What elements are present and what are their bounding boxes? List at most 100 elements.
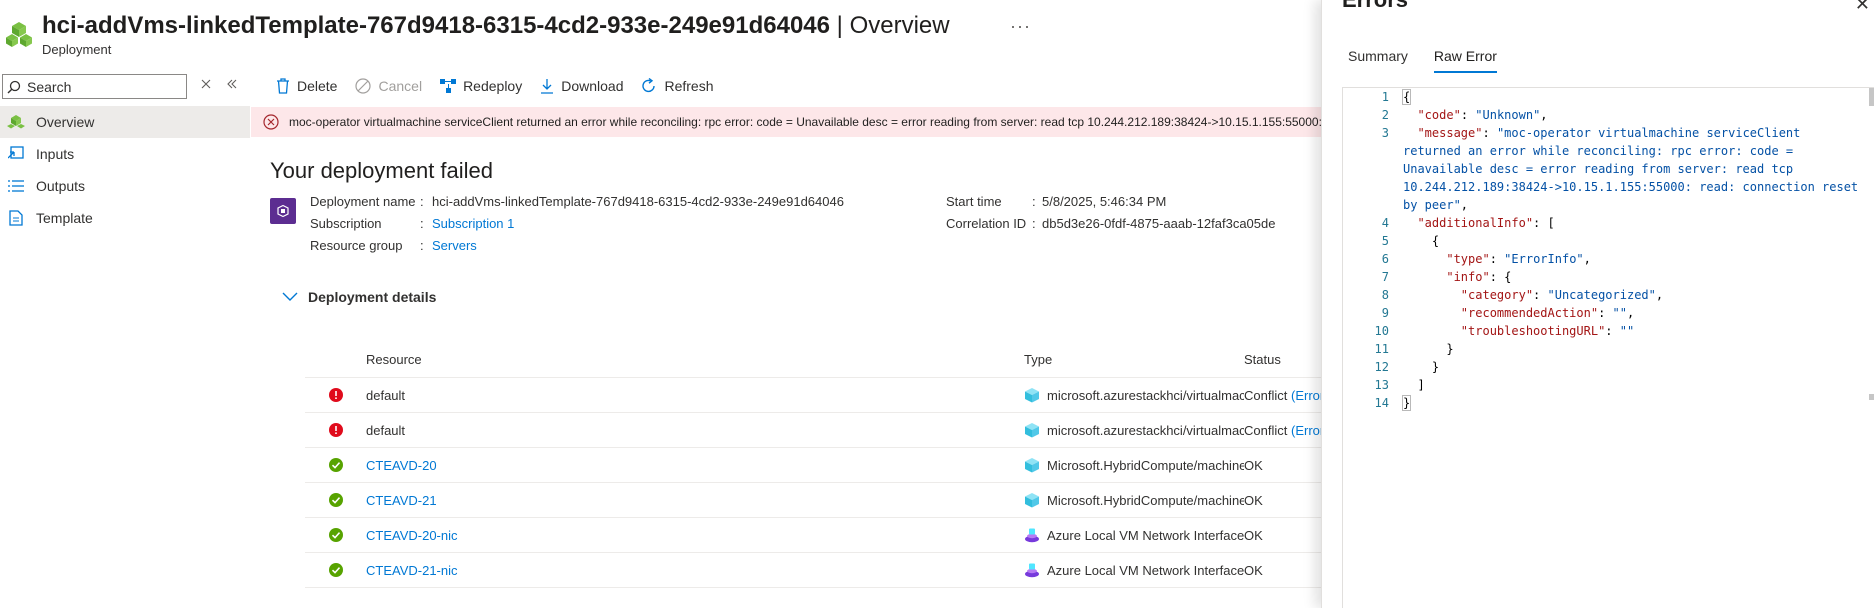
resource-type: Azure Local VM Network Interface — [1024, 527, 1244, 543]
error-icon — [328, 388, 343, 402]
resource-status: Conflict (Error details) — [1244, 388, 1321, 403]
resource-type-label: microsoft.azurestackhci/virtualmachines — [1047, 387, 1244, 403]
sidebar-item-inputs[interactable]: Inputs — [0, 138, 250, 170]
resource-type-label: Microsoft.HybridCompute/machines — [1047, 492, 1244, 508]
status-text: Conflict — [1244, 422, 1288, 438]
redeploy-button[interactable]: Redeploy — [440, 78, 522, 94]
table-row[interactable]: CTEAVD-20 Microsoft.HybridCompute/machine… — [305, 448, 1321, 483]
error-details-link[interactable]: (Error details) — [1291, 388, 1321, 403]
line-content: "message": "moc-operator virtualmachine … — [1403, 126, 1866, 212]
status-text: Conflict — [1244, 387, 1288, 403]
resource-group-link[interactable]: Servers — [432, 238, 477, 253]
refresh-icon — [642, 78, 656, 93]
search-input[interactable]: Search — [2, 74, 187, 99]
code-line: 9 "recommendedAction": "", — [1343, 304, 1874, 322]
more-options-button[interactable]: ··· — [1010, 16, 1031, 37]
error-details-link[interactable]: (Error details) — [1291, 423, 1321, 438]
raw-error-code-view[interactable]: 1{2 "code": "Unknown", 3 "message": "moc-… — [1342, 87, 1874, 608]
line-number: 7 — [1381, 270, 1389, 284]
line-number: 6 — [1381, 252, 1389, 266]
line-number: 11 — [1374, 342, 1389, 356]
status-icon-cell — [305, 563, 366, 577]
error-banner[interactable]: moc-operator virtualmachine serviceClien… — [251, 107, 1321, 137]
line-content: { — [1401, 89, 1412, 105]
deployment-details-toggle[interactable]: Deployment details — [282, 289, 436, 305]
table-row[interactable]: CTEAVD-21 Microsoft.HybridCompute/machine… — [305, 483, 1321, 518]
resource-group-row: Resource group: Servers — [310, 238, 477, 253]
code-line: 2 "code": "Unknown", — [1343, 106, 1874, 124]
resource-name[interactable]: CTEAVD-21-nic — [366, 563, 1024, 578]
sidebar-nav: Overview Inputs Outputs Template — [0, 106, 250, 234]
sidebar-item-overview[interactable]: Overview — [0, 106, 250, 138]
deployment-details-label: Deployment details — [308, 289, 437, 305]
error-banner-text: moc-operator virtualmachine serviceClien… — [289, 115, 1321, 129]
sidebar-item-template[interactable]: Template — [0, 202, 250, 234]
table-row[interactable]: CTEAVD-20-nic Azure Local VM Network Inte… — [305, 518, 1321, 553]
correlation-id-label: Correlation ID — [946, 216, 1027, 231]
subscription-row: Subscription: Subscription 1 — [310, 216, 514, 231]
outputs-icon — [8, 180, 24, 192]
tab-raw-error[interactable]: Raw Error — [1433, 48, 1497, 73]
resource-type: microsoft.azurestackhci/virtualmachines — [1024, 387, 1244, 403]
resource-type-label: Azure Local VM Network Interface — [1047, 527, 1244, 543]
title-suffix: Overview — [849, 12, 950, 39]
code-line: 8 "category": "Uncategorized", — [1343, 286, 1874, 304]
code-line: 12 } — [1343, 358, 1874, 376]
collapse-menu-button[interactable] — [226, 77, 238, 93]
resource-name[interactable]: CTEAVD-20 — [366, 458, 1024, 473]
code-line: 11 } — [1343, 340, 1874, 358]
line-content: "category": "Uncategorized", — [1460, 288, 1664, 302]
sidebar-item-outputs[interactable]: Outputs — [0, 170, 250, 202]
cube-resource-icon — [1025, 493, 1039, 508]
title-separator: | — [829, 12, 850, 39]
cube-resource-icon — [1025, 423, 1039, 438]
subscription-link[interactable]: Subscription 1 — [432, 216, 514, 231]
line-content: "type": "ErrorInfo", — [1446, 252, 1591, 266]
resource-type: Azure Local VM Network Interface — [1024, 562, 1244, 578]
refresh-button[interactable]: Refresh — [641, 78, 714, 94]
double-chevron-left-icon — [227, 79, 237, 89]
refresh-label: Refresh — [664, 78, 714, 94]
template-icon — [9, 210, 23, 226]
resource-name[interactable]: CTEAVD-21 — [366, 493, 1024, 508]
clear-filter-button[interactable] — [200, 77, 212, 93]
status-icon-cell — [305, 493, 366, 507]
code-line: 1{ — [1343, 88, 1874, 106]
deployment-icon — [6, 22, 32, 47]
line-content: "troubleshootingURL": "" — [1460, 324, 1635, 338]
delete-button[interactable]: Delete — [276, 78, 337, 94]
command-bar: Delete Cancel Redeploy Download Refresh — [276, 74, 732, 98]
deployment-status-title: Your deployment failed — [270, 158, 494, 183]
cancel-icon — [355, 78, 372, 94]
cube-resource-icon — [1025, 458, 1039, 473]
resource-name: default — [366, 422, 406, 438]
resource-status: OK — [1244, 563, 1321, 578]
start-time-label: Start time — [946, 194, 1002, 209]
code-line: 14} — [1343, 394, 1874, 412]
line-number: 10 — [1374, 324, 1389, 338]
deployment-name-value: hci-addVms-linkedTemplate-767d9418-6315-… — [432, 194, 844, 209]
status-text: OK — [1244, 527, 1263, 543]
column-type[interactable]: Type — [1024, 352, 1244, 367]
deployment-badge-icon — [270, 198, 296, 224]
status-text: OK — [1244, 457, 1263, 473]
resource-status: OK — [1244, 528, 1321, 543]
download-button[interactable]: Download — [540, 78, 623, 94]
code-line: 4 "additionalInfo": [ — [1343, 214, 1874, 232]
deployment-title: hci-addVms-linkedTemplate-767d9418-6315-… — [42, 12, 830, 39]
resource-status: Conflict (Error details) — [1244, 423, 1321, 438]
cancel-button[interactable]: Cancel — [355, 78, 422, 94]
sidebar-item-label: Inputs — [36, 146, 75, 162]
column-status[interactable]: Status — [1244, 352, 1321, 367]
resource-name[interactable]: CTEAVD-20-nic — [366, 528, 1024, 543]
tab-summary[interactable]: Summary — [1348, 48, 1408, 73]
column-resource[interactable]: Resource — [366, 352, 1024, 367]
network-interface-icon — [1025, 528, 1039, 543]
table-row[interactable]: default microsoft.azurestackhci/virtualma… — [305, 378, 1321, 413]
table-row[interactable]: default microsoft.azurestackhci/virtualma… — [305, 413, 1321, 448]
close-icon[interactable]: ✕ — [1855, 0, 1870, 15]
page-title: hci-addVms-linkedTemplate-767d9418-6315-… — [42, 12, 950, 40]
redeploy-icon — [440, 79, 457, 93]
success-icon — [328, 563, 343, 577]
table-row[interactable]: CTEAVD-21-nic Azure Local VM Network Inte… — [305, 553, 1321, 588]
